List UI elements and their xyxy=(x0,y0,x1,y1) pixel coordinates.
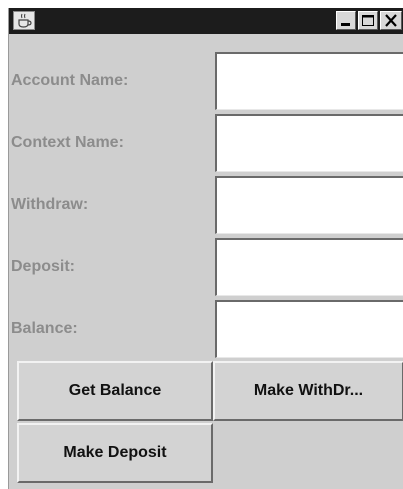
maximize-icon xyxy=(362,15,374,26)
balance-label: Balance: xyxy=(11,320,78,337)
account-name-label: Account Name: xyxy=(11,72,129,89)
title-bar[interactable] xyxy=(9,8,403,34)
withdraw-label: Withdraw: xyxy=(11,196,89,213)
deposit-label: Deposit: xyxy=(11,258,75,275)
java-cup-icon[interactable] xyxy=(13,11,35,30)
deposit-field[interactable] xyxy=(215,238,403,296)
balance-field[interactable] xyxy=(215,300,403,358)
minimize-button[interactable] xyxy=(336,11,356,30)
withdraw-field[interactable] xyxy=(215,176,403,234)
context-name-field[interactable] xyxy=(215,114,403,172)
make-withdraw-button[interactable]: Make WithDr... xyxy=(213,361,403,421)
account-name-field[interactable] xyxy=(215,52,403,110)
app-window: Account Name: Context Name: Withdraw: De… xyxy=(8,8,403,489)
context-name-label: Context Name: xyxy=(11,134,124,151)
close-button[interactable] xyxy=(380,11,402,30)
maximize-button[interactable] xyxy=(358,11,378,30)
make-deposit-button[interactable]: Make Deposit xyxy=(17,423,213,483)
get-balance-button[interactable]: Get Balance xyxy=(17,361,213,421)
close-icon xyxy=(385,14,397,27)
minimize-icon xyxy=(341,23,350,26)
